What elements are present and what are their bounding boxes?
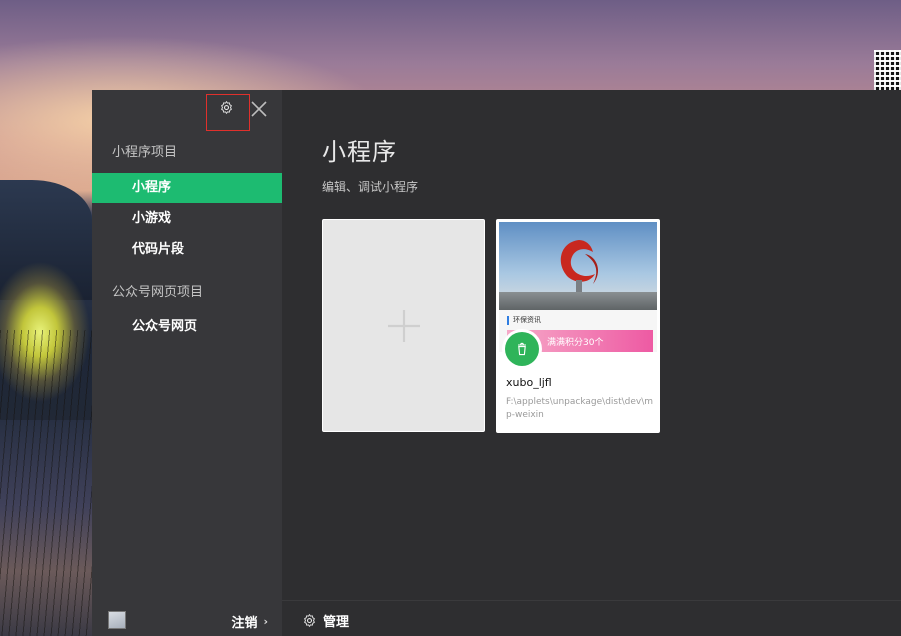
page-subtitle: 编辑、调试小程序 [322,180,419,194]
recycle-icon [505,332,539,366]
sidebar-item-official-account-webpage[interactable]: 公众号网页 [92,312,282,342]
settings-button[interactable] [206,94,250,131]
page-title: 小程序 [322,138,397,166]
section-label-miniprogram-projects: 小程序项目 [112,145,178,160]
close-icon [251,101,267,117]
logout-button[interactable]: 注销 › [231,612,268,631]
thumbnail-tab-text: 环保资讯 [513,316,541,324]
logout-label: 注销 [231,616,258,631]
project-name: xubo_ljfl [506,376,552,389]
gear-icon [221,100,232,114]
plus-icon [388,310,420,342]
new-project-card[interactable] [322,219,485,432]
project-badge [502,329,542,369]
manage-label: 管理 [323,615,350,630]
desktop-qr-code [874,50,901,90]
close-button[interactable] [250,100,268,118]
bottom-bar: 管理 [282,600,901,636]
wechat-devtools-window: 小程序项目 小程序 小游戏 代码片段 公众号网页项目 公众号网页 注销 › 小程… [92,90,901,636]
manage-button[interactable]: 管理 [302,611,349,630]
sidebar-item-code-snippets[interactable]: 代码片段 [92,235,282,265]
sidebar: 小程序项目 小程序 小游戏 代码片段 公众号网页项目 公众号网页 注销 › [92,90,282,636]
sidebar-item-minigame[interactable]: 小游戏 [92,204,282,234]
main-panel: 小程序 编辑、调试小程序 环保资讯 满满积分30个 xubo_ljfl F:\a… [282,90,901,636]
section-label-official-account-projects: 公众号网页项目 [112,285,204,300]
project-path: F:\applets\unpackage\dist\dev\mp-weixin [506,397,654,420]
sidebar-item-miniprogram[interactable]: 小程序 [92,173,282,203]
avatar[interactable] [108,611,126,629]
project-card[interactable]: 环保资讯 满满积分30个 xubo_ljfl F:\applets\unpack… [496,219,660,433]
wallpaper-reeds [0,330,92,636]
sidebar-footer: 注销 › [92,600,282,636]
thumbnail-banner-text: 满满积分30个 [547,338,604,348]
gear-icon [304,614,315,627]
chevron-right-icon: › [263,615,268,628]
